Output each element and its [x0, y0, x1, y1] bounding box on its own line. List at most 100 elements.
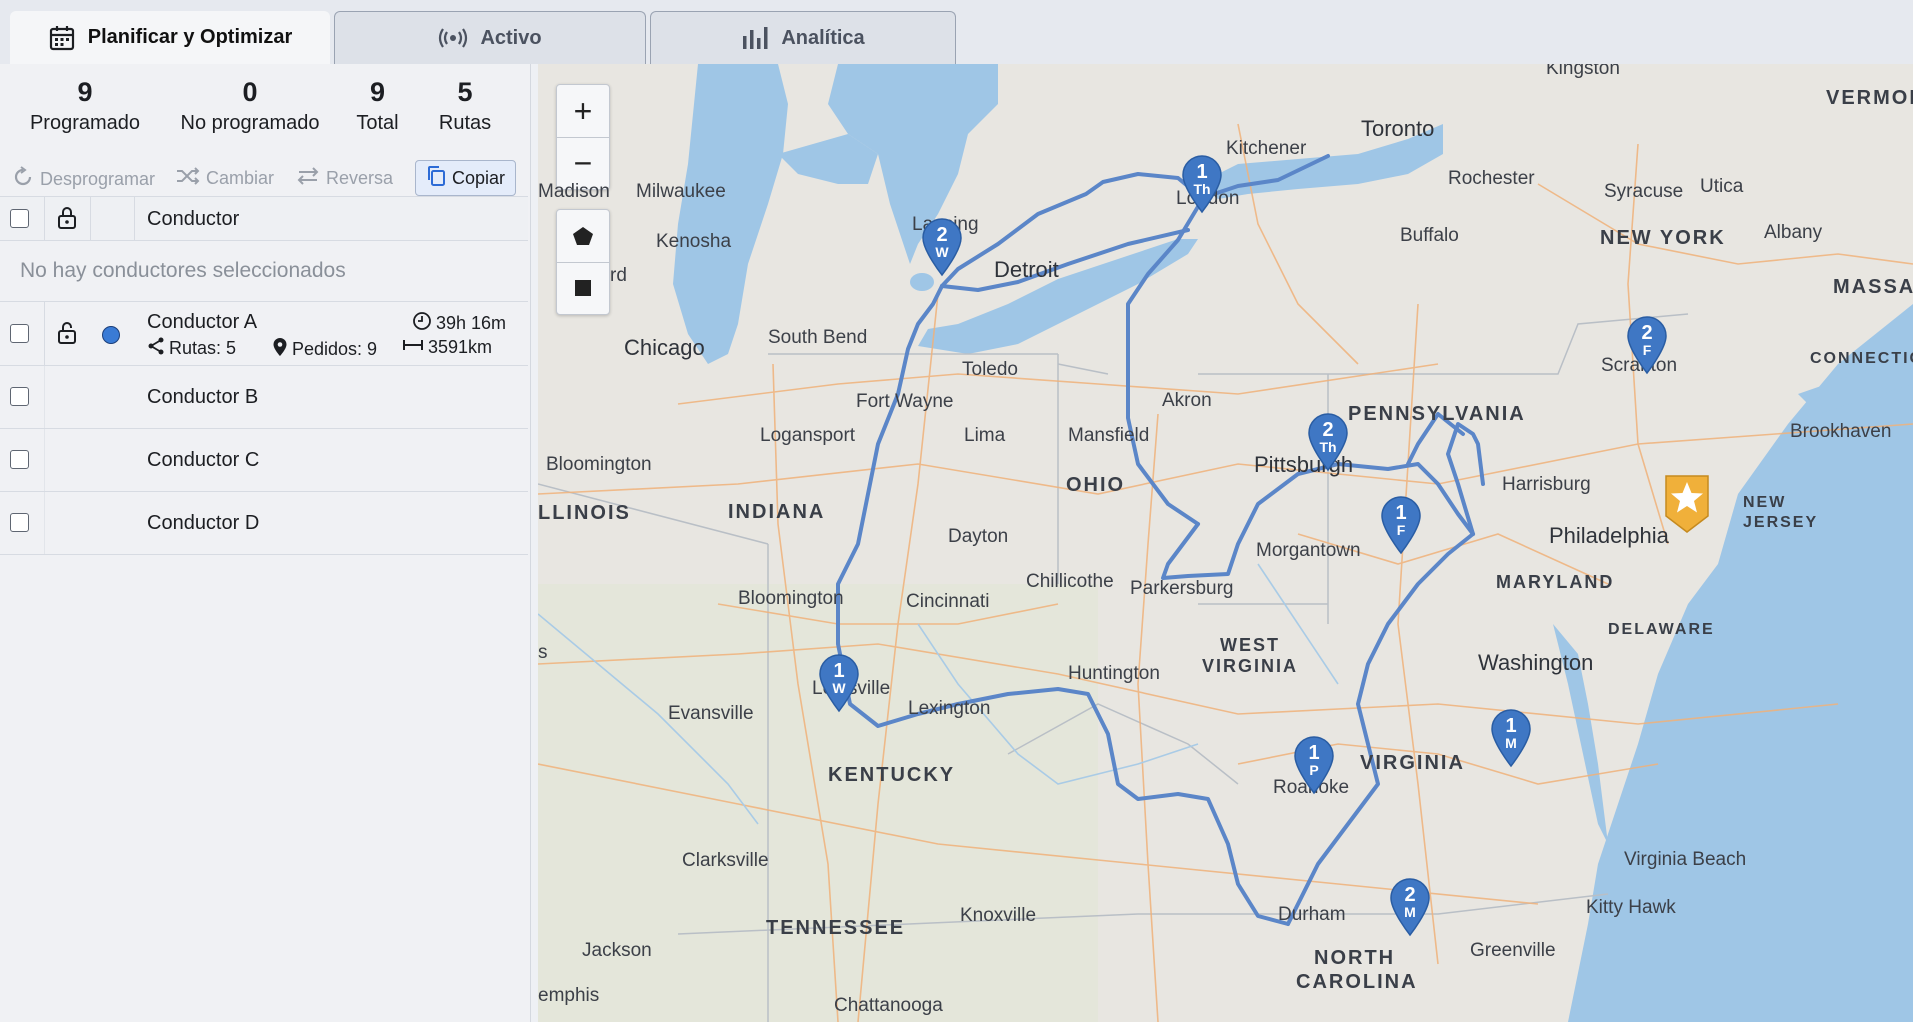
tab-plan-optimize[interactable]: Planificar y Optimizar: [10, 11, 330, 64]
table-header: Conductor: [0, 196, 528, 241]
map-label-city: Mansfield: [1068, 425, 1150, 446]
empty-selection-message: No hay conductores seleccionados: [0, 241, 528, 302]
map-label-city: Durham: [1278, 904, 1346, 925]
stat-label: Rutas: [438, 112, 492, 134]
route-stop-pin[interactable]: 2 F: [1624, 315, 1670, 375]
map-label-city: Philadelphia: [1549, 523, 1669, 548]
pin-day: W: [935, 244, 949, 260]
pin-day: F: [1642, 342, 1652, 358]
lock-icon[interactable]: [56, 206, 78, 235]
unschedule-button[interactable]: Desprogramar: [12, 166, 155, 193]
route-stop-pin[interactable]: 2 M: [1387, 877, 1433, 937]
row-checkbox[interactable]: [10, 387, 29, 406]
map-label-city: Detroit: [994, 257, 1059, 282]
map-label-city: Kingston: [1546, 64, 1620, 79]
map-label-state: OHIO: [1066, 474, 1126, 496]
map-label-city: Jackson: [582, 940, 652, 961]
map-label-city: Albany: [1764, 222, 1823, 243]
pin-day: M: [1505, 735, 1517, 751]
map-label-state: KENTUCKY: [828, 764, 956, 786]
unschedule-icon: [12, 166, 34, 193]
route-stop-pin[interactable]: 1 F: [1378, 495, 1424, 555]
map-label-city: Kitchener: [1226, 138, 1307, 159]
location-pin-icon: [272, 337, 288, 362]
stats-summary: 9 Programado 0 No programado 9 Total 5 R…: [0, 74, 530, 154]
select-all-checkbox[interactable]: [10, 209, 29, 228]
map-label-state: WEST: [1220, 635, 1280, 655]
zoom-in-button[interactable]: +: [557, 85, 609, 138]
rectangle-tool-icon[interactable]: [557, 262, 609, 314]
route-stop-pin[interactable]: 1 W: [816, 653, 862, 713]
copy-label: Copiar: [452, 167, 506, 188]
pin-day: Th: [1319, 439, 1337, 455]
map-label-state: DELAWARE: [1608, 621, 1715, 638]
sidebar: 9 Programado 0 No programado 9 Total 5 R…: [0, 64, 531, 1022]
route-stop-pin[interactable]: 1 Th: [1179, 154, 1225, 214]
map-label-city: s: [538, 642, 548, 663]
map-label-city: Toronto: [1361, 116, 1435, 141]
star-icon: [1665, 475, 1709, 533]
map-label-state: PENNSYLVANIA: [1348, 403, 1526, 425]
unlock-icon[interactable]: [56, 321, 78, 350]
route-stop-pin[interactable]: 2 Th: [1305, 412, 1351, 472]
driver-name: Conductor C: [147, 449, 260, 471]
change-label: Cambiar: [206, 168, 275, 188]
tab-label: Analítica: [781, 26, 865, 49]
table-row[interactable]: Conductor C: [0, 429, 528, 492]
route-stop-pin[interactable]: 1 P: [1291, 735, 1337, 795]
tab-label: Planificar y Optimizar: [87, 26, 293, 48]
table-row[interactable]: Conductor D: [0, 492, 528, 555]
reverse-button[interactable]: Reversa: [296, 166, 393, 191]
drivers-table: Conductor No hay conductores seleccionad…: [0, 196, 528, 555]
change-button[interactable]: Cambiar: [176, 166, 274, 191]
stat-routes: 5 Rutas: [425, 74, 505, 136]
map-label-state: INDIANA: [728, 501, 826, 523]
route-stop-pin[interactable]: 1 M: [1488, 708, 1534, 768]
orders-text: Pedidos: 9: [292, 339, 378, 359]
stat-label: Programado: [29, 112, 141, 134]
stat-label: No programado: [180, 112, 320, 134]
table-row[interactable]: Conductor A Rutas: 5 Pedidos: 9 39h 16m …: [0, 302, 528, 366]
map-label-city: Logansport: [760, 425, 856, 446]
map-label-state: NORTH: [1314, 947, 1396, 969]
broadcast-icon: [438, 27, 468, 49]
calendar-icon: [48, 24, 76, 52]
shuffle-icon: [176, 166, 200, 191]
map-label-state: JERSEY: [1743, 514, 1819, 531]
table-row[interactable]: Conductor B: [0, 366, 528, 429]
polygon-tool-icon[interactable]: [557, 210, 609, 263]
map-label-state: MASSA: [1833, 276, 1913, 298]
column-header-driver: Conductor: [147, 208, 240, 230]
map-label-state: VIRGINIA: [1360, 752, 1465, 774]
copy-button[interactable]: Copiar: [415, 160, 517, 196]
map-label-city: Utica: [1700, 176, 1744, 197]
map-label-state: TENNESSEE: [766, 917, 906, 939]
tab-active[interactable]: Activo: [334, 11, 646, 64]
route-map[interactable]: + − VERMON NEW YORK MASSA CONNECTIC PENN…: [538, 64, 1913, 1022]
driver-color-dot: [102, 326, 120, 344]
row-checkbox[interactable]: [10, 450, 29, 469]
map-label-city: Milwaukee: [636, 181, 726, 202]
map-label-city: Bloomington: [738, 588, 844, 609]
map-label-city: Evansville: [668, 703, 754, 724]
map-label-city: Syracuse: [1604, 181, 1684, 202]
depot-marker[interactable]: [1664, 474, 1710, 534]
map-label-city: Lexington: [908, 698, 991, 719]
map-label-city: Chillicothe: [1026, 571, 1114, 592]
driver-time: 39h 16m: [412, 311, 506, 336]
row-checkbox[interactable]: [10, 513, 29, 532]
map-label-city: Morgantown: [1256, 540, 1361, 561]
map-label-city: emphis: [538, 985, 600, 1006]
map-label-city: Kitty Hawk: [1586, 897, 1676, 918]
map-label-city: Kenosha: [656, 231, 732, 252]
row-checkbox[interactable]: [10, 324, 29, 343]
tab-analytics[interactable]: Analítica: [650, 11, 956, 64]
route-icon: [147, 337, 165, 360]
stat-value: 5: [457, 77, 473, 107]
map-label-city: Madison: [538, 181, 610, 202]
driver-name: Conductor B: [147, 386, 259, 408]
map-label-state: LLINOIS: [538, 502, 631, 524]
map-label-city: Toledo: [962, 359, 1018, 380]
route-stop-pin[interactable]: 2 W: [919, 217, 965, 277]
pin-day: M: [1404, 904, 1416, 920]
